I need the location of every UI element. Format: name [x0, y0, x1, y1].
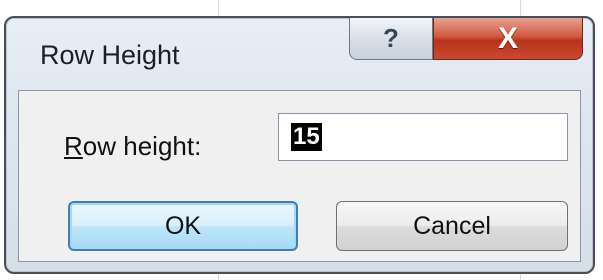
help-icon: ? [383, 23, 399, 53]
caption-buttons: ? X [349, 18, 583, 62]
row-height-label-mnemonic: R [64, 131, 83, 161]
close-button[interactable]: X [433, 18, 583, 60]
close-icon: X [497, 21, 518, 55]
help-button[interactable]: ? [349, 18, 433, 60]
row-height-input[interactable]: 15 [278, 113, 568, 161]
ok-button-label: OK [164, 211, 202, 240]
dialog-title: Row Height [40, 40, 180, 70]
row-height-value: 15 [291, 123, 322, 151]
title-bar[interactable]: Row Height ? X [6, 18, 593, 78]
row-height-label: Row height: [64, 131, 201, 162]
row-height-dialog: Row Height ? X Row height: 15 OK Cancel [4, 16, 595, 274]
ok-button[interactable]: OK [68, 201, 298, 251]
dialog-body: Row height: 15 OK Cancel [18, 90, 581, 262]
row-height-label-text: ow height: [82, 131, 202, 161]
cancel-button[interactable]: Cancel [336, 201, 568, 251]
cancel-button-label: Cancel [413, 211, 491, 240]
